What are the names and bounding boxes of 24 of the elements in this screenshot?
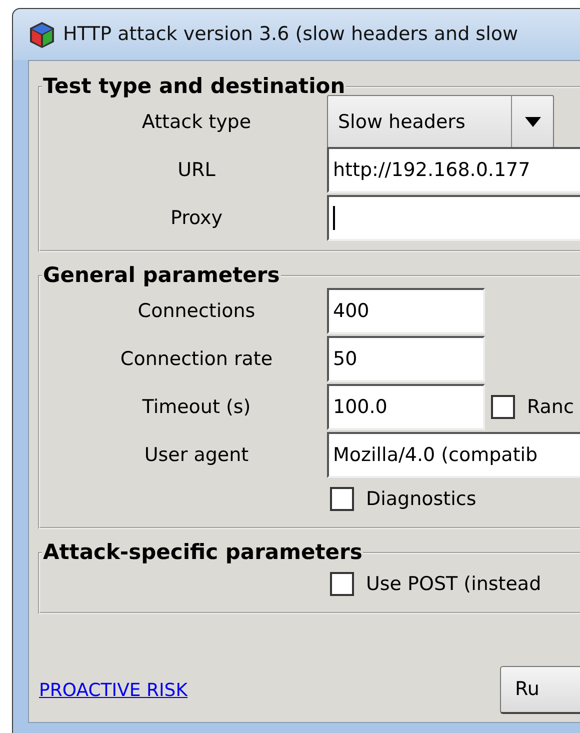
field-label: Connections <box>136 298 256 324</box>
run-button[interactable]: Ru <box>500 666 580 714</box>
attack-type-dropdown[interactable]: Slow headers <box>327 95 554 150</box>
field-label: Timeout (s) <box>141 394 252 420</box>
input-field[interactable]: 50 <box>327 336 485 382</box>
field-label: Connection rate <box>119 346 274 372</box>
input-field[interactable]: http://192.168.0.177 <box>327 147 580 194</box>
field-label: User agent <box>143 442 250 468</box>
group-title: Attack-specific parameters <box>42 541 364 564</box>
dropdown-arrow-icon <box>524 117 540 128</box>
proactive-risk-link[interactable]: PROACTIVE RISK <box>39 676 188 704</box>
window-title: HTTP attack version 3.6 (slow headers and slow <box>63 22 518 48</box>
field-label: Proxy <box>169 206 224 231</box>
checkbox[interactable]: Ranc <box>491 392 574 422</box>
checkbox[interactable]: Use POST (instead <box>330 570 542 599</box>
input-field[interactable] <box>327 195 580 242</box>
group-title: General parameters <box>42 264 281 288</box>
app-icon <box>29 20 55 48</box>
field-label: URL <box>176 158 216 183</box>
input-field[interactable]: Mozilla/4.0 (compatib <box>327 432 580 478</box>
checkbox[interactable]: Diagnostics <box>330 484 476 514</box>
input-field[interactable]: 100.0 <box>327 384 485 430</box>
field-label: Attack type <box>140 110 252 135</box>
input-field[interactable]: 400 <box>327 288 485 334</box>
